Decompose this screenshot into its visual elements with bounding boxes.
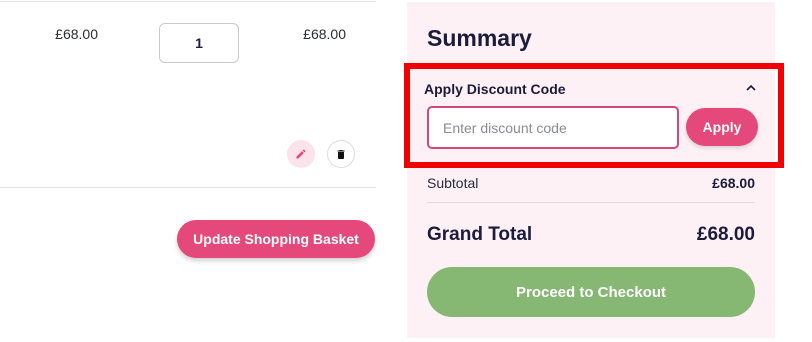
order-summary: Summary Apply Discount Code Apply Subtot… [404,2,784,338]
summary-title: Summary [427,25,532,51]
cart-row-divider [0,187,376,188]
chevron-up-icon[interactable] [745,83,757,93]
apply-discount-button[interactable]: Apply [686,108,758,146]
update-basket-button[interactable]: Update Shopping Basket [177,220,375,258]
discount-section: Apply Discount Code Apply [404,63,784,168]
discount-code-input[interactable] [427,106,679,149]
subtotal-value: £68.00 [712,175,755,191]
cart-items-area: £68.00 £68.00 Update Shopping Basket [0,0,376,342]
grand-total-value: £68.00 [696,224,755,245]
grand-total-label: Grand Total [427,224,533,245]
cart-page: £68.00 £68.00 Update Shopping Basket Sum… [0,0,812,342]
discount-toggle-label[interactable]: Apply Discount Code [424,81,566,97]
edit-item-button[interactable] [287,140,315,168]
delete-item-button[interactable] [327,140,355,168]
trash-icon [337,149,345,159]
quantity-input[interactable] [159,23,239,63]
proceed-to-checkout-button[interactable]: Proceed to Checkout [427,267,755,317]
pencil-icon [296,149,306,159]
item-price: £68.00 [55,26,98,42]
item-subtotal: £68.00 [303,26,346,42]
subtotal-label: Subtotal [427,175,479,191]
summary-divider [427,202,755,203]
cart-top-divider [0,1,376,2]
